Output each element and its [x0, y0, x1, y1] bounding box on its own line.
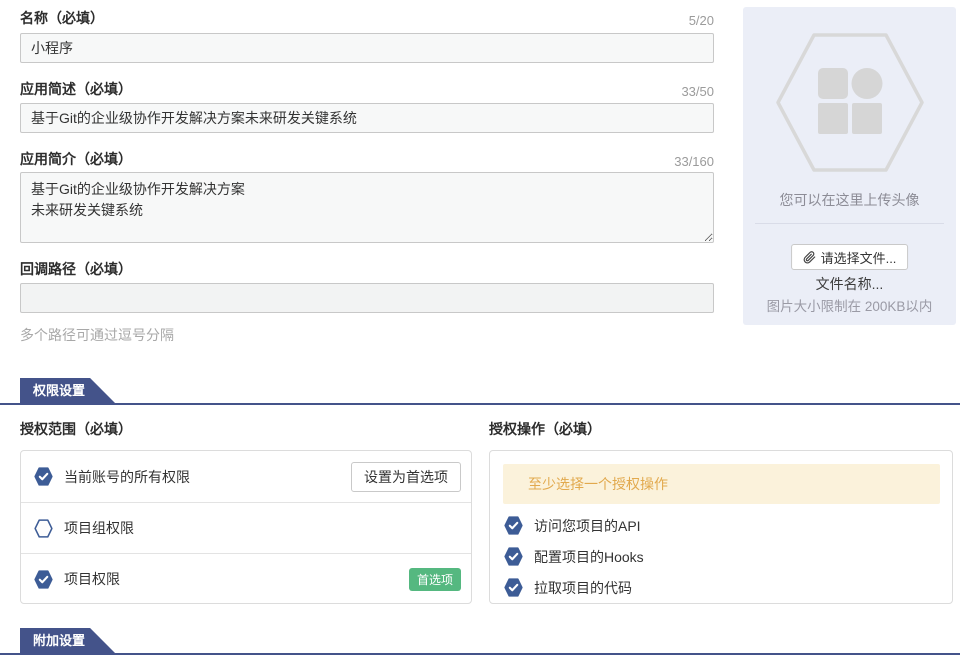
checkbox-checked-icon[interactable]: [504, 547, 523, 566]
scope-row-group-permissions[interactable]: 项目组权限: [21, 502, 471, 553]
avatar-placeholder-icon: [776, 33, 924, 172]
scope-row-label: 项目组权限: [64, 518, 134, 538]
app-form-page: 名称（必填） 5/20 应用简述（必填） 33/50 应用简介（必填） 33/1…: [0, 0, 960, 667]
tab-permission-settings[interactable]: 权限设置: [20, 378, 116, 404]
avatar-upload-panel: 您可以在这里上传头像 请选择文件... 文件名称... 图片大小限制在 200K…: [743, 7, 956, 325]
ops-row-label: 配置项目的Hooks: [534, 547, 644, 567]
ops-row-hooks-config[interactable]: 配置项目的Hooks: [490, 541, 952, 572]
scope-row-label: 项目权限: [64, 569, 120, 589]
scope-list: 当前账号的所有权限 设置为首选项 项目组权限 项目权限 首选项: [20, 450, 472, 604]
summary-char-counter: 33/50: [20, 84, 714, 99]
checkbox-checked-icon[interactable]: [34, 570, 53, 589]
description-char-counter: 33/160: [20, 154, 714, 169]
tab-additional-settings[interactable]: 附加设置: [20, 628, 116, 654]
ops-row-api-access[interactable]: 访问您项目的API: [490, 510, 952, 541]
checkbox-checked-icon[interactable]: [504, 516, 523, 535]
permission-tab-underline: [0, 403, 960, 405]
paperclip-icon: [803, 251, 816, 264]
size-limit-text: 图片大小限制在 200KB以内: [743, 295, 956, 315]
choose-file-button[interactable]: 请选择文件...: [791, 244, 909, 270]
choose-file-label: 请选择文件...: [821, 248, 897, 267]
operations-section-title: 授权操作（必填）: [489, 419, 601, 439]
scope-row-label: 当前账号的所有权限: [64, 467, 190, 487]
preferred-badge: 首选项: [409, 568, 461, 591]
scope-row-project-permissions[interactable]: 项目权限 首选项: [21, 553, 471, 604]
name-char-counter: 5/20: [20, 13, 714, 28]
ops-row-label: 访问您项目的API: [534, 516, 641, 536]
name-input[interactable]: [20, 33, 714, 63]
checkbox-checked-icon[interactable]: [504, 578, 523, 597]
panel-divider: [755, 223, 944, 224]
avatar-upload-hint: 您可以在这里上传头像: [743, 190, 956, 210]
description-textarea[interactable]: 基于Git的企业级协作开发解决方案 未来研发关键系统: [20, 172, 714, 243]
file-name-text: 文件名称...: [743, 274, 956, 294]
operations-warning: 至少选择一个授权操作: [503, 464, 940, 504]
set-preferred-button[interactable]: 设置为首选项: [351, 462, 461, 492]
operations-list: 至少选择一个授权操作 访问您项目的API 配置项目的Hooks 拉取项目的代码: [489, 450, 953, 604]
avatar-hexagon-upload-area[interactable]: [776, 33, 924, 177]
summary-input[interactable]: [20, 103, 714, 133]
callback-input[interactable]: [20, 283, 714, 313]
ops-row-pull-code[interactable]: 拉取项目的代码: [490, 572, 952, 603]
checkbox-checked-icon[interactable]: [34, 467, 53, 486]
scope-row-all-permissions[interactable]: 当前账号的所有权限 设置为首选项: [21, 451, 471, 502]
checkbox-unchecked-icon[interactable]: [34, 519, 53, 538]
ops-row-label: 拉取项目的代码: [534, 578, 632, 598]
scope-section-title: 授权范围（必填）: [20, 419, 132, 439]
additional-tab-underline: [0, 653, 960, 655]
callback-hint: 多个路径可通过逗号分隔: [20, 325, 174, 345]
callback-field-label: 回调路径（必填）: [20, 259, 132, 279]
